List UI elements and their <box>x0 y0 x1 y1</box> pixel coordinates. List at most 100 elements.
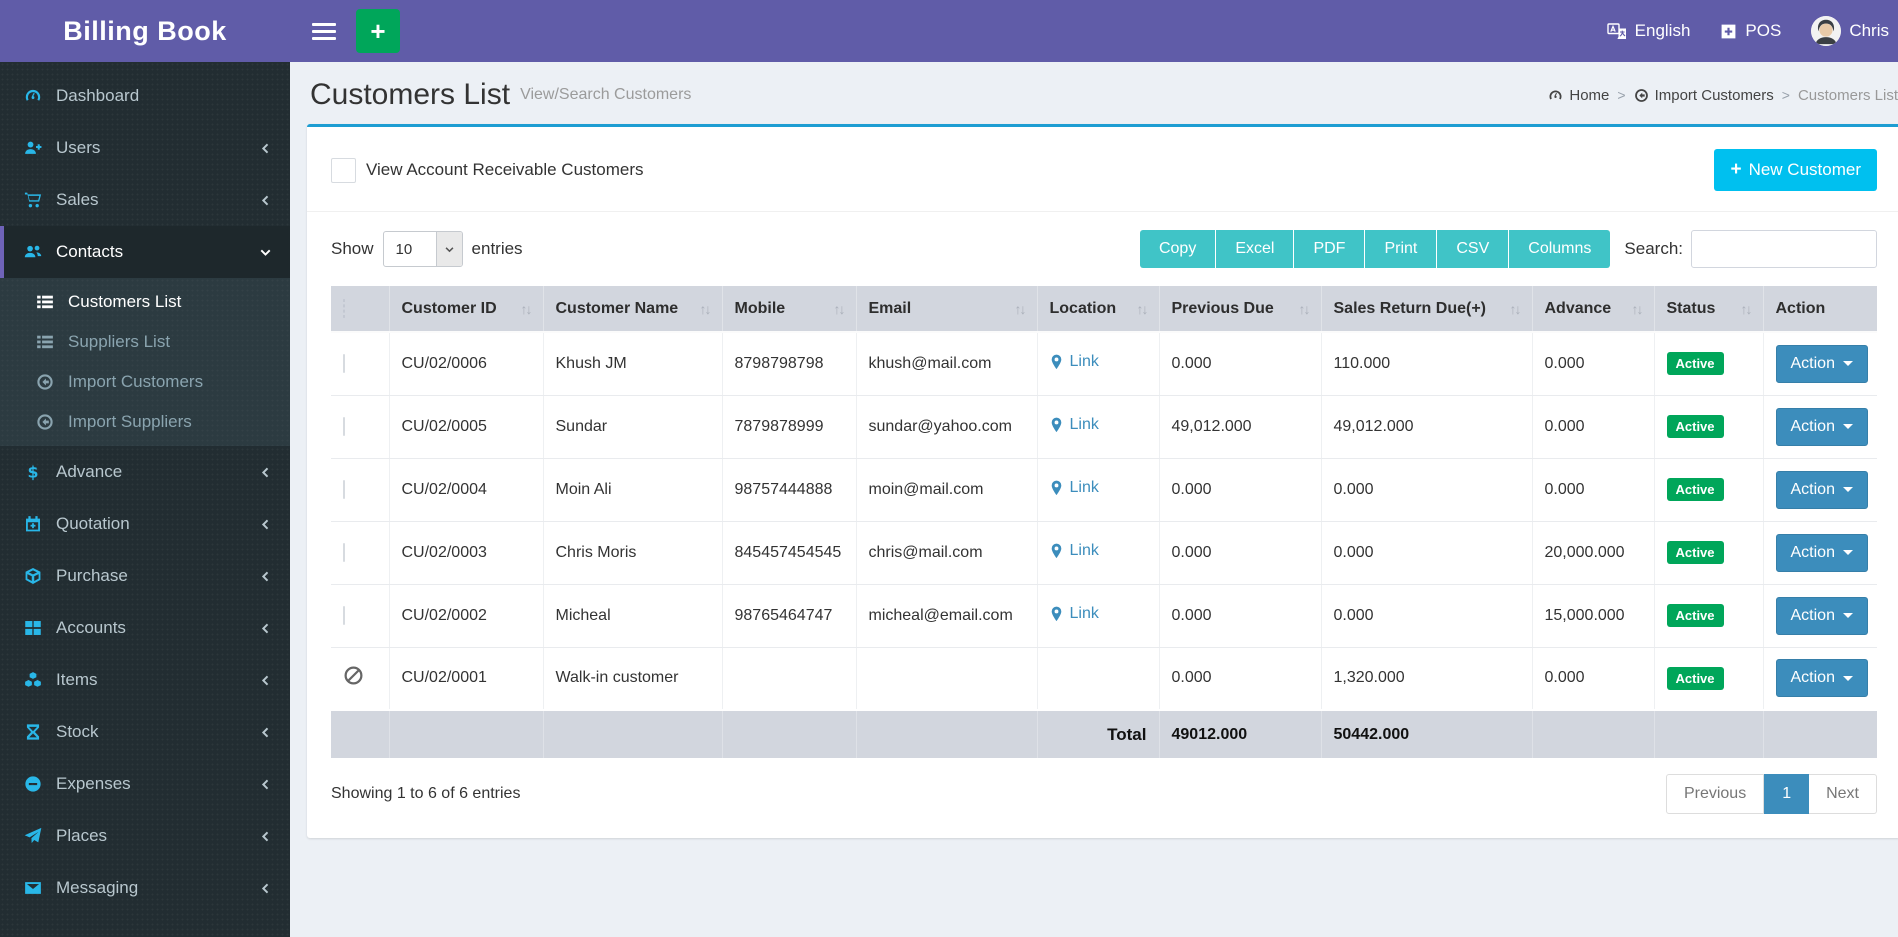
row-checkbox[interactable] <box>343 543 345 562</box>
export-print-button[interactable]: Print <box>1364 230 1436 268</box>
row-checkbox[interactable] <box>343 354 345 373</box>
search-input[interactable] <box>1691 230 1877 268</box>
action-dropdown-button[interactable]: Action <box>1776 471 1868 509</box>
column-header-mobile[interactable]: Mobile↑↓ <box>722 286 856 332</box>
export-columns-button[interactable]: Columns <box>1508 230 1610 268</box>
cube-icon <box>22 567 44 585</box>
page-length-select[interactable]: 10 <box>383 231 463 267</box>
sidebar-item-label: Dashboard <box>56 86 139 106</box>
sort-icon[interactable]: ↑↓ <box>1007 301 1025 317</box>
row-checkbox[interactable] <box>343 606 345 625</box>
breadcrumb-import-customers[interactable]: Import Customers <box>1634 87 1774 104</box>
list-icon <box>34 293 56 311</box>
sidebar-item-accounts[interactable]: Accounts <box>0 602 290 654</box>
column-header-previous-due[interactable]: Previous Due↑↓ <box>1159 286 1321 332</box>
row-select-cell <box>331 521 389 584</box>
export-excel-button[interactable]: Excel <box>1215 230 1293 268</box>
location-link[interactable]: Link <box>1050 479 1099 497</box>
column-header-location[interactable]: Location↑↓ <box>1037 286 1159 332</box>
import-icon <box>1634 88 1649 103</box>
breadcrumb-home[interactable]: Home <box>1548 87 1609 104</box>
sidebar-item-label: Items <box>56 670 98 690</box>
location-link[interactable]: Link <box>1050 416 1099 434</box>
sidebar-subitem-label: Import Customers <box>68 372 203 392</box>
sidebar-item-customers-list[interactable]: Customers List <box>0 282 290 322</box>
sort-icon[interactable]: ↑↓ <box>1502 301 1520 317</box>
main-area: + English POS <box>290 0 1898 937</box>
sidebar-item-items[interactable]: Items <box>0 654 290 706</box>
filter-label: View Account Receivable Customers <box>366 160 644 180</box>
sidebar-item-import-suppliers[interactable]: Import Suppliers <box>0 402 290 442</box>
sort-icon[interactable]: ↑↓ <box>692 301 710 317</box>
location-cell: Link <box>1037 332 1159 395</box>
action-dropdown-button[interactable]: Action <box>1776 408 1868 446</box>
cart-icon <box>22 191 44 209</box>
quick-add-button[interactable]: + <box>356 9 400 53</box>
column-header-status[interactable]: Status↑↓ <box>1654 286 1763 332</box>
sidebar-subitem-label: Suppliers List <box>68 332 170 352</box>
sidebar-subitem-label: Customers List <box>68 292 181 312</box>
page-length-value: 10 <box>384 232 436 266</box>
sort-icon[interactable]: ↑↓ <box>1129 301 1147 317</box>
new-customer-button[interactable]: + New Customer <box>1714 149 1877 191</box>
sidebar-item-dashboard[interactable]: Dashboard <box>0 70 290 122</box>
sidebar-item-users[interactable]: Users <box>0 122 290 174</box>
breadcrumb-separator: > <box>1617 87 1625 103</box>
sidebar-item-advance[interactable]: $Advance <box>0 446 290 498</box>
action-dropdown-button[interactable]: Action <box>1776 534 1868 572</box>
row-select-cell <box>331 584 389 647</box>
language-menu[interactable]: English <box>1592 0 1706 62</box>
hourglass-icon <box>22 723 44 741</box>
export-pdf-button[interactable]: PDF <box>1293 230 1364 268</box>
sidebar-item-places[interactable]: Places <box>0 810 290 862</box>
column-header-advance[interactable]: Advance↑↓ <box>1532 286 1654 332</box>
export-csv-button[interactable]: CSV <box>1436 230 1508 268</box>
location-link[interactable]: Link <box>1050 353 1099 371</box>
sidebar-item-purchase[interactable]: Purchase <box>0 550 290 602</box>
sidebar-item-stock[interactable]: Stock <box>0 706 290 758</box>
action-dropdown-button[interactable]: Action <box>1776 659 1868 697</box>
pos-menu[interactable]: POS <box>1705 0 1796 62</box>
sidebar-item-messaging[interactable]: Messaging <box>0 862 290 914</box>
status-badge: Active <box>1667 541 1724 564</box>
plus-square-icon <box>1720 23 1737 40</box>
action-dropdown-button[interactable]: Action <box>1776 597 1868 635</box>
table-header-row: Customer ID↑↓Customer Name↑↓Mobile↑↓Emai… <box>331 286 1877 332</box>
column-header-customer-name[interactable]: Customer Name↑↓ <box>543 286 722 332</box>
location-link[interactable]: Link <box>1050 605 1099 623</box>
sidebar-item-expenses[interactable]: Expenses <box>0 758 290 810</box>
advance-cell: 15,000.000 <box>1532 584 1654 647</box>
column-header-customer-id[interactable]: Customer ID↑↓ <box>389 286 543 332</box>
user-menu[interactable]: Chris <box>1796 0 1898 62</box>
previous-due-cell: 0.000 <box>1159 332 1321 395</box>
sort-icon[interactable]: ↑↓ <box>1733 301 1751 317</box>
sort-icon[interactable]: ↑↓ <box>826 301 844 317</box>
location-link[interactable]: Link <box>1050 542 1099 560</box>
app-logo[interactable]: Billing Book <box>0 0 290 62</box>
sidebar-item-quotation[interactable]: Quotation <box>0 498 290 550</box>
pagination-next[interactable]: Next <box>1809 774 1877 814</box>
export-copy-button[interactable]: Copy <box>1140 230 1215 268</box>
cubes-icon <box>22 671 44 689</box>
sort-icon[interactable]: ↑↓ <box>513 301 531 317</box>
sidebar-item-sales[interactable]: Sales <box>0 174 290 226</box>
row-checkbox[interactable] <box>343 417 345 436</box>
column-header-sales-return-due[interactable]: Sales Return Due(+)↑↓ <box>1321 286 1532 332</box>
column-header-email[interactable]: Email↑↓ <box>856 286 1037 332</box>
action-dropdown-button[interactable]: Action <box>1776 345 1868 383</box>
sidebar-item-import-customers[interactable]: Import Customers <box>0 362 290 402</box>
account-receivable-checkbox[interactable] <box>331 158 356 183</box>
sidebar-item-suppliers-list[interactable]: Suppliers List <box>0 322 290 362</box>
row-checkbox[interactable] <box>343 480 345 499</box>
map-pin-icon <box>1050 480 1063 496</box>
location-cell: Link <box>1037 584 1159 647</box>
calendar-plus-icon <box>22 515 44 533</box>
sort-icon[interactable]: ↑↓ <box>1624 301 1642 317</box>
pagination-previous[interactable]: Previous <box>1666 774 1764 814</box>
select-all-checkbox[interactable] <box>343 299 345 318</box>
hamburger-menu-icon[interactable] <box>312 19 336 44</box>
mobile-cell: 98757444888 <box>722 458 856 521</box>
pagination-current-page[interactable]: 1 <box>1764 774 1809 814</box>
sidebar-item-contacts[interactable]: Contacts <box>0 226 290 278</box>
sort-icon[interactable]: ↑↓ <box>1291 301 1309 317</box>
